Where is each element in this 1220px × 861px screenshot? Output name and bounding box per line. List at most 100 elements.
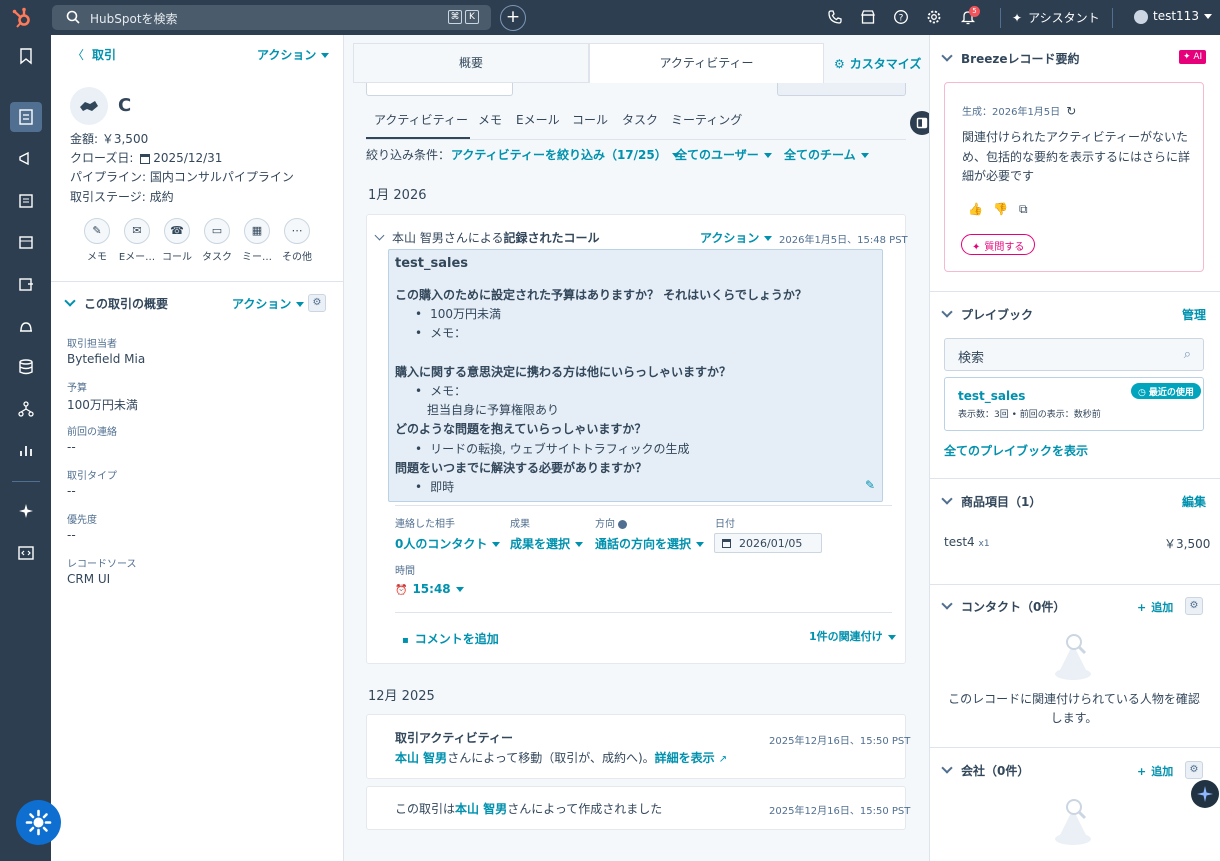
chevron-down-icon (941, 50, 953, 62)
back-to-deals-link[interactable]: 〈取引 (72, 46, 116, 63)
add-company-button[interactable]: + 追加 (1137, 763, 1173, 779)
chevron-down-icon (374, 230, 385, 241)
subtab-activity[interactable]: アクティビティー (374, 111, 468, 128)
refresh-icon[interactable]: ↻ (1066, 104, 1076, 118)
contacts-icon[interactable] (16, 107, 36, 127)
view-details-link[interactable]: 詳細を表示 (655, 751, 715, 765)
thumbs-up-icon[interactable]: 👍 (968, 202, 983, 216)
field-value[interactable]: -- (67, 528, 76, 542)
field-value[interactable]: CRM UI (67, 572, 110, 586)
field-label: 取引担当者 (67, 339, 117, 350)
more-action-button[interactable]: ⋯ (284, 218, 310, 244)
commerce-icon[interactable] (16, 232, 36, 252)
handshake-icon (80, 101, 98, 111)
contacts-settings-gear-icon[interactable]: ⚙ (1185, 597, 1203, 615)
filter-users-dropdown[interactable]: 全てのユーザー (675, 146, 772, 163)
global-search-input[interactable]: HubSpotを検索 ⌘ K (52, 5, 491, 30)
tab-overview[interactable]: 概要 (353, 43, 589, 83)
help-icon[interactable]: ? (893, 9, 911, 27)
user-menu[interactable]: test113 (1134, 9, 1212, 24)
reporting-icon[interactable] (16, 440, 36, 460)
product-quantity: x1 (978, 539, 990, 549)
field-value[interactable]: Bytefield Mia (67, 352, 145, 366)
companies-settings-gear-icon[interactable]: ⚙ (1185, 761, 1203, 779)
contacts-section-toggle[interactable]: コンタクト（0件） (941, 598, 1065, 615)
meeting-action-button[interactable]: ▦ (244, 218, 270, 244)
activity-search-input[interactable] (366, 83, 513, 96)
breeze-sparkle-icon[interactable] (16, 501, 36, 521)
direction-label-text: 方向 (595, 519, 615, 530)
direction-dropdown[interactable]: 通話の方向を選択 (595, 535, 705, 552)
help-chat-button[interactable] (16, 800, 61, 845)
overview-settings-gear-icon[interactable]: ⚙ (308, 294, 326, 312)
created-prefix: この取引は (395, 802, 456, 816)
developer-icon[interactable] (16, 543, 36, 563)
close-date-label: クローズ日: (70, 151, 134, 165)
hubspot-logo-icon[interactable] (10, 6, 34, 30)
automation-icon[interactable] (16, 399, 36, 419)
user-link[interactable]: 本山 智男 (395, 751, 447, 765)
record-actions-button[interactable]: アクション (257, 46, 330, 63)
sales-icon[interactable] (16, 274, 36, 294)
chevron-down-icon (575, 542, 584, 547)
assistant-button[interactable]: ✦ アシスタント (1012, 9, 1100, 26)
field-value[interactable]: -- (67, 484, 76, 498)
thumbs-down-icon[interactable]: 👎 (993, 202, 1008, 216)
associations-dropdown[interactable]: 1件の関連付け (809, 628, 896, 644)
add-comment-button[interactable]: ▪ コメントを追加 (402, 630, 499, 647)
contacted-dropdown[interactable]: 0人のコンタクト (395, 535, 501, 552)
date-input[interactable]: 2026/01/05 (714, 533, 822, 553)
playbook-name[interactable]: test_sales (958, 389, 1025, 403)
overview-actions-button[interactable]: アクション (232, 295, 305, 312)
call-actions-button[interactable]: アクション (700, 229, 773, 246)
subtab-tasks[interactable]: タスク (622, 111, 658, 128)
customize-button[interactable]: ⚙ カスタマイズ (834, 55, 921, 72)
customize-label: カスタマイズ (849, 57, 922, 71)
answer: メモ： (415, 324, 466, 341)
email-action-button[interactable]: ✉ (124, 218, 150, 244)
call-action-button[interactable]: ☎ (164, 218, 190, 244)
copy-icon[interactable]: ⧉ (1019, 202, 1028, 217)
phone-icon[interactable] (827, 9, 845, 27)
view-all-playbooks-link[interactable]: 全てのプレイブックを表示 (944, 442, 1088, 459)
subtab-meetings[interactable]: ミーティング (671, 111, 742, 128)
field-value[interactable]: -- (67, 440, 76, 454)
plus-icon: + (1137, 601, 1147, 614)
products-edit-link[interactable]: 編集 (1182, 493, 1206, 510)
add-contact-button[interactable]: + 追加 (1137, 599, 1173, 615)
edit-pencil-icon[interactable]: ✎ (865, 478, 875, 492)
user-link[interactable]: 本山 智男 (455, 802, 507, 816)
breeze-summary-toggle[interactable]: Breezeレコード要約 (941, 50, 1079, 67)
tab-activity[interactable]: アクティビティー (589, 43, 824, 83)
question: どのような問題を抱えていらっしゃいますか？ (395, 422, 647, 436)
marketing-icon[interactable] (16, 149, 36, 169)
playbook-section-toggle[interactable]: プレイブック (941, 306, 1033, 323)
field-value[interactable]: 100万円未満 (67, 396, 138, 413)
subtab-email[interactable]: Eメール (516, 111, 560, 128)
task-action-button[interactable]: ▭ (204, 218, 230, 244)
content-icon[interactable] (16, 191, 36, 211)
create-new-button[interactable]: + (500, 5, 526, 31)
filter-teams-dropdown[interactable]: 全てのチーム (784, 146, 869, 163)
subtab-calls[interactable]: コール (572, 111, 608, 128)
products-section-toggle[interactable]: 商品項目（1） (941, 493, 1041, 510)
data-management-icon[interactable] (16, 357, 36, 377)
service-icon[interactable] (16, 316, 36, 336)
companies-section-toggle[interactable]: 会社（0件） (941, 762, 1029, 779)
breeze-assistant-fab-icon[interactable] (1191, 780, 1219, 808)
bookmark-icon[interactable] (16, 46, 36, 66)
playbook-search-input[interactable]: 検索 ⌕ (944, 338, 1204, 371)
playbook-manage-link[interactable]: 管理 (1182, 306, 1206, 323)
collapse-all-button[interactable] (777, 83, 906, 96)
time-dropdown[interactable]: ⏰ 15:48 (395, 582, 464, 596)
deal-activity-timestamp: 2025年12月16日、15:50 PST (769, 736, 911, 747)
overview-section-toggle[interactable]: この取引の概要 (64, 295, 168, 312)
call-card-header[interactable]: 本山 智男さんによる記録されたコール (374, 229, 599, 246)
ask-question-button[interactable]: ✦ 質問する (961, 234, 1036, 255)
subtab-notes[interactable]: メモ (478, 111, 502, 128)
marketplace-icon[interactable] (860, 9, 878, 27)
settings-gear-icon[interactable] (926, 9, 944, 27)
filter-activity-dropdown[interactable]: アクティビティーを絞り込み（17/25） (451, 146, 680, 163)
note-action-button[interactable]: ✎ (84, 218, 110, 244)
outcome-dropdown[interactable]: 成果を選択 (510, 535, 584, 552)
